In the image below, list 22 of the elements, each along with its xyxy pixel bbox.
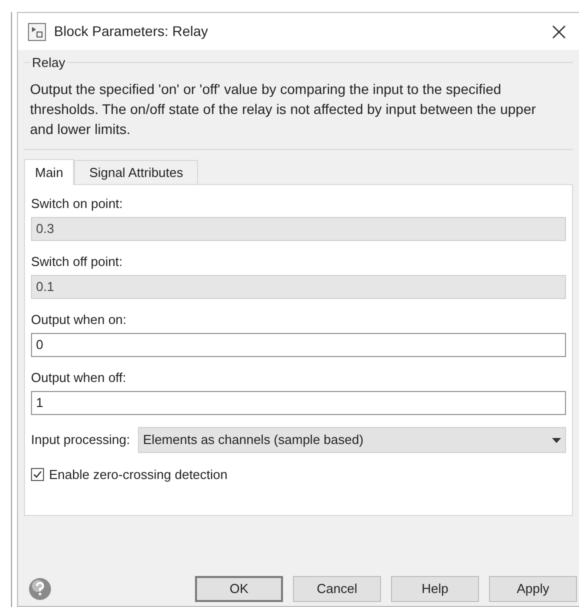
dialog-button[interactable]: OK (195, 576, 283, 602)
dialog-button[interactable]: Help (391, 576, 479, 602)
description-text: Output the specified 'on' or 'off' value by comparing the input to the specified thresholds. The on/off state of the relay is not affected by input between the upper and lower limits. (30, 80, 537, 139)
help-icon[interactable] (28, 577, 52, 601)
dialog-button[interactable]: Cancel (293, 576, 381, 602)
field-label: Output when on: (31, 311, 128, 329)
close-icon (552, 24, 566, 38)
field-label: Switch off point: (31, 253, 124, 271)
field-label: Input processing: (31, 431, 130, 450)
checkbox-label: Enable zero-crossing detection (49, 466, 228, 484)
input-field[interactable]: 0 (31, 333, 566, 357)
window-title: Block Parameters: Relay (54, 22, 210, 41)
tab[interactable]: Main (24, 159, 74, 185)
block-icon (28, 22, 46, 40)
input-field[interactable]: 1 (31, 391, 566, 415)
checkbox[interactable] (31, 468, 44, 482)
dropdown-arrow-icon (552, 438, 561, 442)
dialog-button[interactable]: Apply (489, 576, 577, 602)
tab[interactable]: Signal Attributes (74, 160, 198, 184)
field-label: Switch on point: (31, 195, 124, 213)
input-processing-dropdown[interactable]: Elements as channels (sample based) (138, 427, 566, 453)
field-label: Output when off: (31, 369, 128, 387)
